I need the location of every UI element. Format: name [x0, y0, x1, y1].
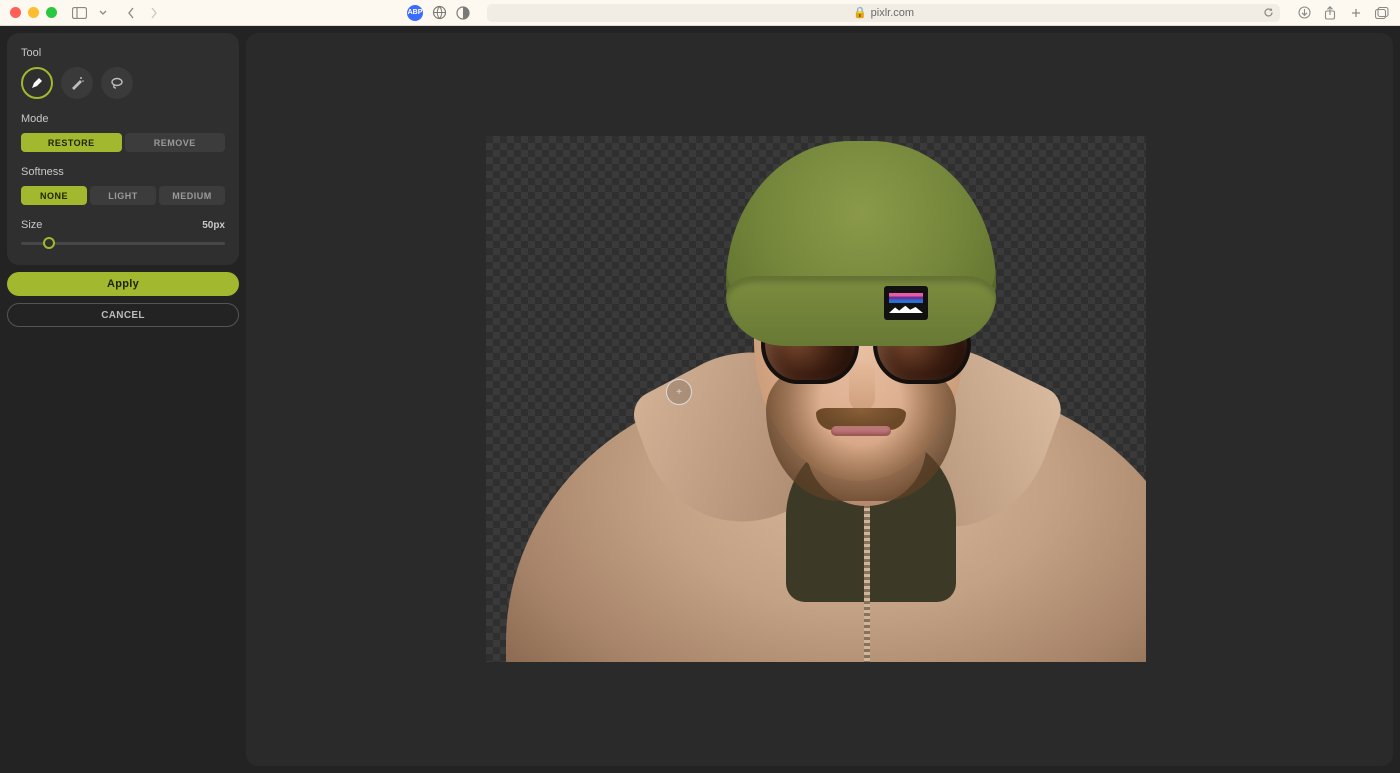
chevron-down-icon[interactable] [95, 5, 111, 21]
canvas-area[interactable]: + [246, 33, 1393, 766]
softness-segmented: NONE LIGHT MEDIUM [21, 186, 225, 205]
reader-extension-icon[interactable] [455, 5, 471, 21]
lock-icon: 🔒 [853, 6, 867, 19]
nav-back-icon[interactable] [123, 5, 139, 21]
close-window-icon[interactable] [10, 7, 21, 18]
new-tab-icon[interactable] [1348, 5, 1364, 21]
window-controls [10, 7, 57, 18]
tool-lasso[interactable] [101, 67, 133, 99]
softness-medium[interactable]: MEDIUM [159, 186, 225, 205]
action-buttons: Apply CANCEL [7, 272, 239, 327]
mode-restore[interactable]: RESTORE [21, 133, 122, 152]
sidebar-toggle-icon[interactable] [71, 5, 87, 21]
nav-forward-icon[interactable] [145, 5, 161, 21]
tool-draw-brush[interactable] [21, 67, 53, 99]
tool-panel: Tool Mode RESTORE REMOVE Softness NONE [7, 33, 239, 265]
size-section-label: Size [21, 219, 42, 231]
downloads-icon[interactable] [1296, 5, 1312, 21]
app-body: Tool Mode RESTORE REMOVE Softness NONE [0, 26, 1400, 773]
browser-toolbar: ABP 🔒 pixlr.com [0, 0, 1400, 26]
size-slider[interactable] [21, 235, 225, 251]
tool-magic-brush[interactable] [61, 67, 93, 99]
cancel-button[interactable]: CANCEL [7, 303, 239, 327]
translate-extension-icon[interactable] [431, 5, 447, 21]
share-icon[interactable] [1322, 5, 1338, 21]
reload-icon[interactable] [1263, 7, 1274, 18]
softness-section-label: Softness [21, 166, 225, 178]
softness-none[interactable]: NONE [21, 186, 87, 205]
left-panel: Tool Mode RESTORE REMOVE Softness NONE [7, 33, 239, 766]
fullscreen-window-icon[interactable] [46, 7, 57, 18]
softness-light[interactable]: LIGHT [90, 186, 156, 205]
canvas-image [486, 136, 1146, 662]
url-bar[interactable]: 🔒 pixlr.com [487, 4, 1280, 22]
tool-section-label: Tool [21, 47, 225, 59]
minimize-window-icon[interactable] [28, 7, 39, 18]
tab-overview-icon[interactable] [1374, 5, 1390, 21]
slider-thumb[interactable] [43, 237, 55, 249]
apply-button[interactable]: Apply [7, 272, 239, 296]
mode-remove[interactable]: REMOVE [125, 133, 226, 152]
mode-section-label: Mode [21, 113, 225, 125]
abp-extension-icon[interactable]: ABP [407, 5, 423, 21]
extension-icons: ABP [407, 5, 471, 21]
url-host-text: pixlr.com [871, 7, 914, 19]
mode-segmented: RESTORE REMOVE [21, 133, 225, 152]
size-value: 50px [202, 220, 225, 231]
